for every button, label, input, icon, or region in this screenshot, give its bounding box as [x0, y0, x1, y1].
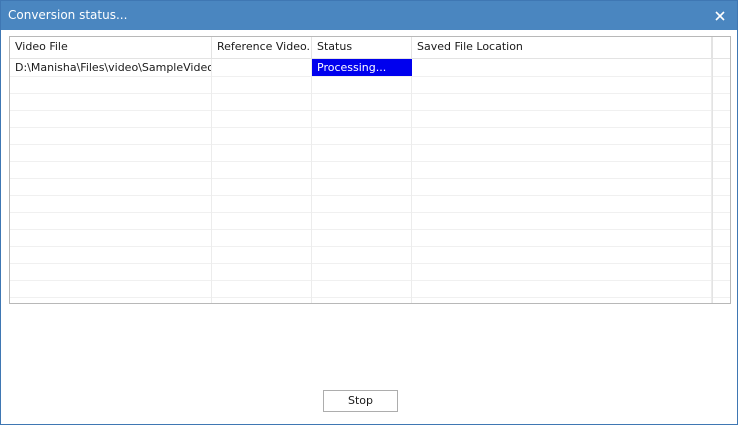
empty-cell — [412, 76, 712, 93]
stop-button[interactable]: Stop — [323, 390, 398, 412]
empty-cell — [10, 297, 212, 303]
table-header: Video File Reference Video... Status Sav… — [10, 37, 730, 59]
close-button[interactable] — [703, 1, 737, 30]
empty-cell — [412, 144, 712, 161]
empty-cell — [412, 93, 712, 110]
empty-cell — [412, 161, 712, 178]
empty-cell — [10, 127, 212, 144]
cell-saved-file-location — [412, 59, 712, 76]
empty-cell — [10, 246, 212, 263]
empty-row — [10, 93, 730, 111]
empty-cell — [412, 212, 712, 229]
empty-cell — [212, 212, 312, 229]
cell-video-file: D:\Manisha\Files\video\SampleVideo_... — [10, 59, 212, 76]
conversion-status-dialog: Conversion status... Video File Referenc… — [0, 0, 738, 425]
column-header-status[interactable]: Status — [312, 37, 412, 58]
empty-cell — [312, 110, 412, 127]
empty-row — [10, 280, 730, 298]
column-header-saved-file-location[interactable]: Saved File Location — [412, 37, 712, 58]
empty-cell — [312, 144, 412, 161]
empty-cell — [212, 246, 312, 263]
close-icon — [715, 10, 725, 21]
window-title: Conversion status... — [8, 8, 128, 22]
empty-cell — [212, 178, 312, 195]
empty-cell — [312, 76, 412, 93]
empty-row — [10, 76, 730, 94]
empty-cell — [10, 110, 212, 127]
empty-cell — [10, 178, 212, 195]
empty-row — [10, 229, 730, 247]
empty-cell — [312, 127, 412, 144]
empty-cell — [212, 297, 312, 303]
empty-cell — [10, 144, 212, 161]
empty-cell — [212, 229, 312, 246]
empty-cell — [212, 280, 312, 297]
empty-cell — [10, 161, 212, 178]
empty-cell — [412, 229, 712, 246]
empty-cell — [212, 195, 312, 212]
empty-cell — [212, 161, 312, 178]
conversion-table[interactable]: Video File Reference Video... Status Sav… — [9, 36, 731, 304]
filler-column — [712, 37, 730, 303]
cell-status-processing: Processing... — [312, 59, 412, 76]
empty-cell — [212, 144, 312, 161]
empty-cell — [312, 297, 412, 303]
empty-cell — [412, 195, 712, 212]
empty-cell — [10, 195, 212, 212]
empty-row — [10, 195, 730, 213]
empty-cell — [312, 161, 412, 178]
empty-cell — [312, 178, 412, 195]
empty-cell — [312, 280, 412, 297]
empty-cell — [412, 246, 712, 263]
empty-cell — [10, 280, 212, 297]
empty-cell — [412, 297, 712, 303]
empty-cell — [312, 246, 412, 263]
empty-cell — [412, 280, 712, 297]
empty-cell — [312, 195, 412, 212]
title-bar[interactable]: Conversion status... — [1, 1, 737, 30]
empty-cell — [412, 127, 712, 144]
table-row[interactable]: D:\Manisha\Files\video\SampleVideo_... P… — [10, 59, 730, 77]
empty-cell — [312, 229, 412, 246]
dialog-body: Video File Reference Video... Status Sav… — [1, 30, 737, 424]
empty-row — [10, 263, 730, 281]
empty-cell — [212, 76, 312, 93]
empty-cell — [412, 178, 712, 195]
empty-row — [10, 178, 730, 196]
column-header-video-file[interactable]: Video File — [10, 37, 212, 58]
empty-cell — [10, 76, 212, 93]
empty-cell — [312, 93, 412, 110]
empty-cell — [212, 127, 312, 144]
empty-cell — [312, 263, 412, 280]
empty-cell — [10, 263, 212, 280]
empty-row — [10, 297, 730, 303]
cell-reference-video — [212, 59, 312, 76]
empty-cell — [412, 263, 712, 280]
empty-cell — [10, 93, 212, 110]
empty-cell — [412, 110, 712, 127]
empty-cell — [10, 229, 212, 246]
empty-cell — [312, 212, 412, 229]
empty-row — [10, 110, 730, 128]
empty-cell — [212, 110, 312, 127]
empty-cell — [212, 263, 312, 280]
empty-row — [10, 161, 730, 179]
empty-row — [10, 144, 730, 162]
empty-cell — [10, 212, 212, 229]
column-header-reference-video[interactable]: Reference Video... — [212, 37, 312, 58]
empty-cell — [212, 93, 312, 110]
empty-row — [10, 127, 730, 145]
empty-row — [10, 246, 730, 264]
empty-row — [10, 212, 730, 230]
